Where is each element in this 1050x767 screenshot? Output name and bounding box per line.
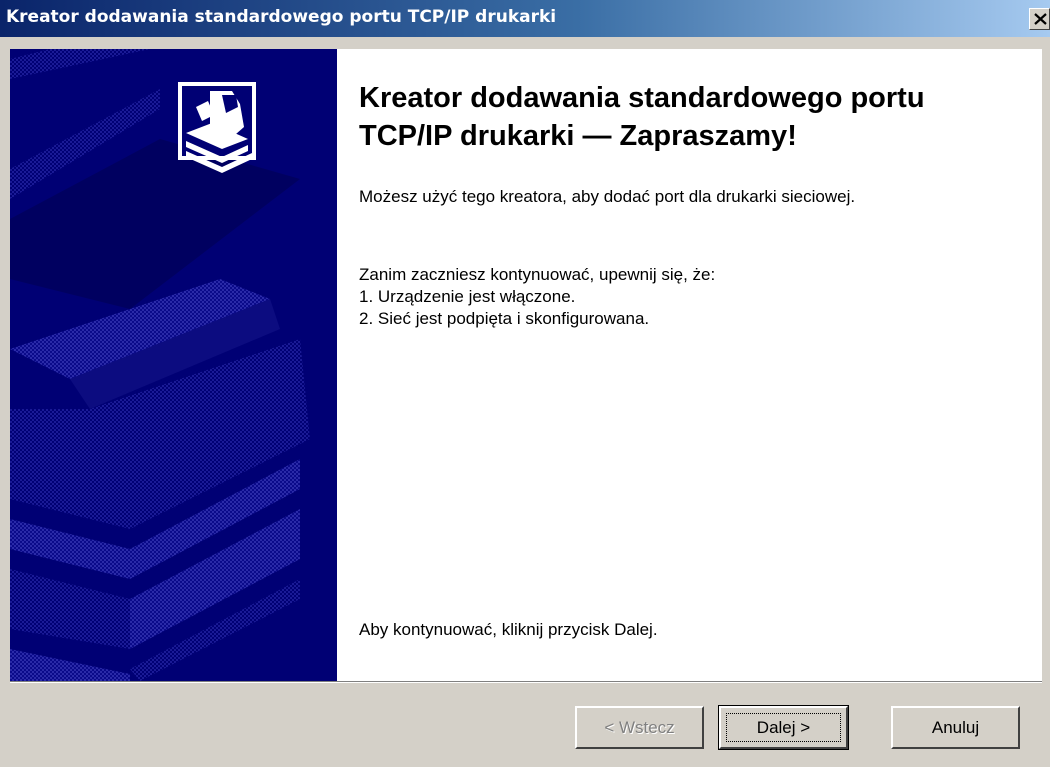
next-button[interactable]: Dalej >: [718, 705, 849, 750]
cancel-button[interactable]: Anuluj: [891, 706, 1020, 749]
intro-text: Możesz użyć tego kreatora, aby dodać por…: [359, 187, 856, 206]
title-bar[interactable]: Kreator dodawania standardowego portu TC…: [0, 0, 1050, 37]
window-title: Kreator dodawania standardowego portu TC…: [6, 7, 557, 27]
printer-icon: [178, 82, 256, 173]
wizard-content: Kreator dodawania standardowego portu TC…: [337, 49, 1042, 681]
prereq-item: 2. Sieć jest podpięta i skonfigurowana.: [359, 309, 650, 328]
back-button[interactable]: < Wstecz: [575, 706, 704, 749]
divider: [10, 681, 1042, 683]
continue-hint: Aby kontynuować, kliknij przycisk Dalej.: [359, 620, 658, 639]
wizard-heading: Kreator dodawania standardowego portu TC…: [359, 82, 925, 152]
wizard-side-panel: [10, 49, 337, 681]
prereq-header: Zanim zaczniesz kontynuować, upewnij się…: [359, 265, 716, 284]
prereq-item: 1. Urządzenie jest włączone.: [359, 287, 576, 306]
close-icon: [1034, 13, 1047, 25]
close-button[interactable]: [1029, 8, 1050, 30]
printer-illustration: [10, 49, 337, 681]
wizard-window: Kreator dodawania standardowego portu TC…: [0, 0, 1050, 767]
prerequisites: Zanim zaczniesz kontynuować, upewnij się…: [359, 264, 999, 330]
